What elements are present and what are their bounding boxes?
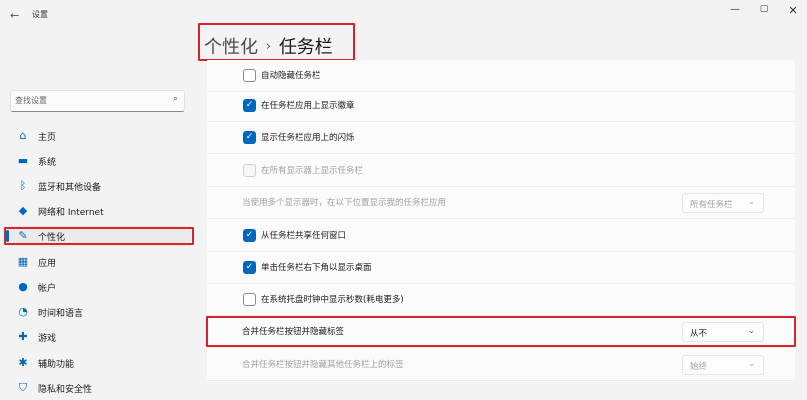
gamepad-icon: ✚ <box>18 330 28 343</box>
sidebar-item-label: 隐私和安全性 <box>38 385 93 395</box>
setting-row: 自动隐藏任务栏 <box>207 60 795 92</box>
chevron-down-icon: ⌄ <box>748 197 755 206</box>
apps-icon: ▦ <box>17 255 29 268</box>
sidebar-item[interactable]: ● 帐户 <box>6 276 191 298</box>
setting-dropdown: 始终 ⌄ <box>682 355 764 375</box>
setting-label: 当使用多个显示器时，在以下位置显示我的任务栏应用 <box>242 198 447 208</box>
setting-checkbox[interactable]: ✓ <box>243 261 256 274</box>
sidebar-item-label: 蓝牙和其他设备 <box>38 183 102 193</box>
chevron-down-icon: ⌄ <box>748 359 755 368</box>
sidebar-item-label: 主页 <box>38 133 57 143</box>
setting-row: ✓ 显示任务栏应用上的闪烁 <box>207 122 795 154</box>
setting-label: 单击任务栏右下角以显示桌面 <box>261 263 372 273</box>
minimize-button[interactable]: — <box>727 4 743 15</box>
setting-checkbox[interactable] <box>243 293 256 306</box>
sidebar-item[interactable]: ⌂ 主页 <box>6 125 191 147</box>
sidebar-item-label: 游戏 <box>38 334 57 344</box>
bluetooth-icon: ᛒ <box>19 179 27 192</box>
setting-row: ✓ 单击任务栏右下角以显示桌面 <box>207 252 795 284</box>
setting-row: 在所有显示器上显示任务栏 <box>207 155 795 187</box>
maximize-button[interactable]: ▢ <box>756 4 772 14</box>
annotation-box-title <box>198 23 355 61</box>
setting-row: ✓ 从任务栏共享任何窗口 <box>207 220 795 252</box>
setting-label: 在系统托盘时钟中显示秒数(耗电更多) <box>261 295 404 305</box>
sidebar-item[interactable]: ⛉ 隐私和安全性 <box>6 377 191 399</box>
setting-checkbox <box>243 164 256 177</box>
setting-label: 合并任务栏按钮并隐藏其他任务栏上的标签 <box>242 360 404 370</box>
sidebar-item-label: 网络和 Internet <box>38 208 104 218</box>
sidebar-item[interactable]: ᛒ 蓝牙和其他设备 <box>6 175 191 197</box>
home-icon: ⌂ <box>19 129 27 142</box>
sidebar-item-label: 系统 <box>38 158 57 168</box>
wifi-icon: ◆ <box>18 204 28 217</box>
annotation-box-combine-row <box>206 316 796 347</box>
setting-label: 在所有显示器上显示任务栏 <box>261 166 364 176</box>
setting-checkbox[interactable]: ✓ <box>243 131 256 144</box>
system-monitor-icon: ▬ <box>17 154 29 167</box>
search-icon[interactable]: ⌕ <box>173 94 178 104</box>
setting-label: 自动隐藏任务栏 <box>261 71 321 81</box>
app-title: 设置 <box>32 10 48 19</box>
sidebar-item[interactable]: ✱ 辅助功能 <box>6 352 191 374</box>
dropdown-value: 始终 <box>690 362 708 372</box>
setting-row: 合并任务栏按钮并隐藏其他任务栏上的标签 始终 ⌄ <box>207 349 795 381</box>
setting-checkbox[interactable]: ✓ <box>243 229 256 242</box>
setting-checkbox[interactable]: ✓ <box>243 99 256 112</box>
sidebar-item-label: 帐户 <box>38 284 57 294</box>
annotation-box-nav <box>4 227 194 245</box>
sidebar-item[interactable]: ▦ 应用 <box>6 251 191 273</box>
setting-row: 当使用多个显示器时，在以下位置显示我的任务栏应用 所有任务栏 ⌄ <box>207 187 795 219</box>
sidebar-item-label: 辅助功能 <box>38 360 75 370</box>
setting-row: 在系统托盘时钟中显示秒数(耗电更多) <box>207 284 795 316</box>
setting-row: ✓ 在任务栏应用上显示徽章 <box>207 90 795 122</box>
sidebar-item-label: 应用 <box>38 259 57 269</box>
setting-dropdown: 所有任务栏 ⌄ <box>682 193 764 213</box>
setting-label: 显示任务栏应用上的闪烁 <box>261 133 355 143</box>
dropdown-value: 所有任务栏 <box>690 200 733 210</box>
sidebar-item[interactable]: ◆ 网络和 Internet <box>6 200 191 222</box>
sidebar-item-label: 时间和语言 <box>38 309 84 319</box>
sidebar-item[interactable]: ▬ 系统 <box>6 150 191 172</box>
title-bar: ← 设置 — ▢ ✕ <box>0 0 807 30</box>
setting-label: 在任务栏应用上显示徽章 <box>261 101 355 111</box>
setting-label: 从任务栏共享任何窗口 <box>261 231 347 241</box>
account-icon: ● <box>18 280 28 293</box>
back-arrow-icon[interactable]: ← <box>10 9 19 22</box>
sidebar-item[interactable]: ◔ 时间和语言 <box>6 301 191 323</box>
accessibility-icon: ✱ <box>18 356 28 369</box>
globe-clock-icon: ◔ <box>18 305 28 318</box>
search-input[interactable]: 查找设置 ⌕ <box>10 90 185 112</box>
setting-checkbox[interactable] <box>243 69 256 82</box>
search-placeholder: 查找设置 <box>15 96 47 105</box>
sidebar-item[interactable]: ✚ 游戏 <box>6 326 191 348</box>
close-button[interactable]: ✕ <box>785 4 801 17</box>
shield-icon: ⛉ <box>18 381 28 394</box>
